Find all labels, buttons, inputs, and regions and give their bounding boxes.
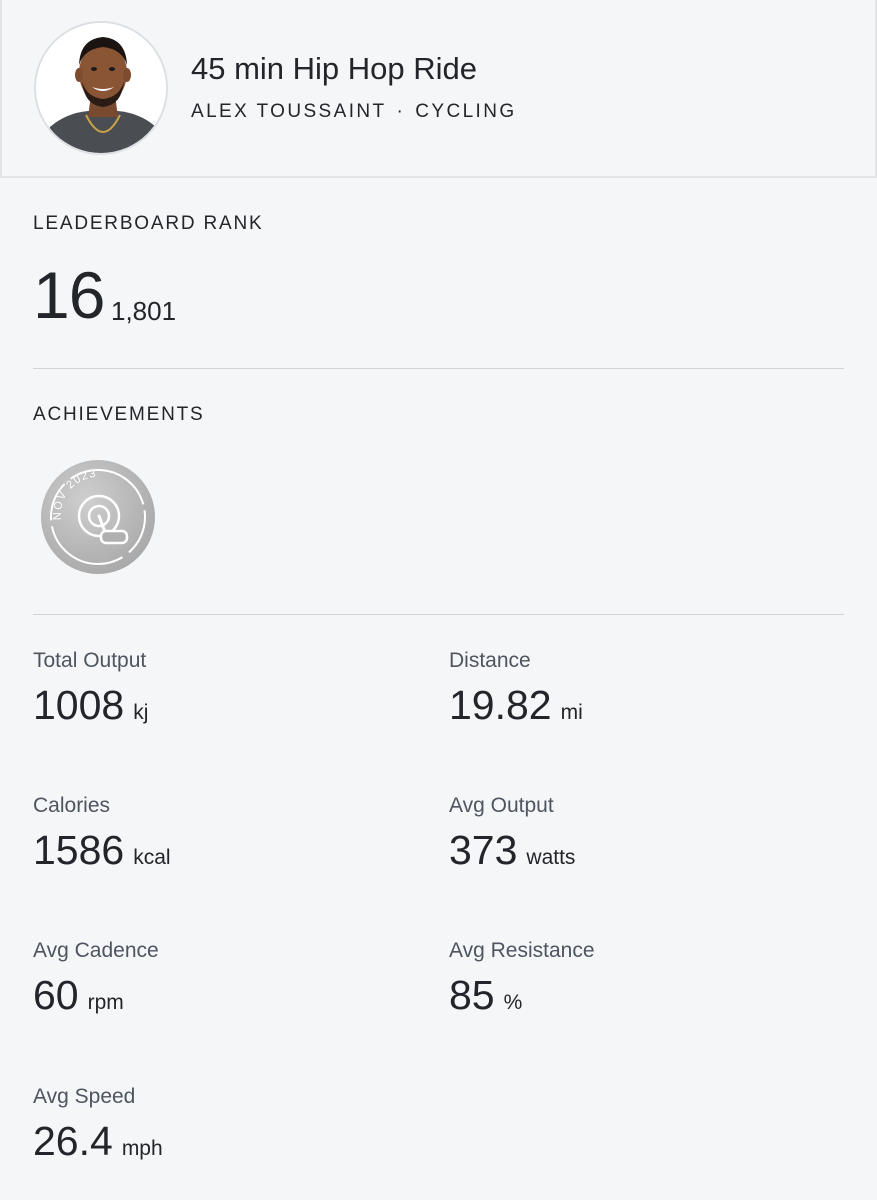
- metric-label-avg-resistance: Avg Resistance: [449, 939, 595, 962]
- section-divider: [33, 614, 844, 615]
- metric-unit: kj: [133, 701, 149, 724]
- metric-avg-cadence: 60 rpm: [33, 972, 124, 1019]
- metric-value: 60: [33, 972, 79, 1018]
- achievement-badge[interactable]: NOV 2023: [39, 458, 157, 576]
- metric-unit: watts: [526, 846, 576, 869]
- class-meta: ALEX TOUSSAINT · CYCLING: [191, 101, 517, 123]
- metric-label-avg-output: Avg Output: [449, 794, 554, 817]
- discipline-label: CYCLING: [415, 101, 517, 122]
- instructor-avatar[interactable]: [34, 21, 168, 155]
- metric-value: 26.4: [33, 1118, 113, 1164]
- metric-avg-resistance: 85%: [449, 972, 522, 1019]
- leaderboard-rank-label: LEADERBOARD RANK: [33, 213, 264, 234]
- meta-separator: ·: [396, 101, 406, 122]
- metric-label-calories: Calories: [33, 794, 111, 817]
- metric-avg-speed: 26.4 mph: [33, 1118, 163, 1165]
- instructor-name[interactable]: ALEX TOUSSAINT: [191, 101, 387, 122]
- metric-unit: %: [503, 991, 523, 1014]
- metric-label-distance: Distance: [449, 649, 531, 672]
- leaderboard-rank-value: 16: [33, 258, 105, 332]
- metric-value: 1008: [33, 682, 125, 728]
- metric-distance: 19.82 mi: [449, 682, 583, 729]
- metric-value: 373: [449, 827, 518, 873]
- section-divider: [33, 368, 844, 369]
- metric-avg-output: 373 watts: [449, 827, 575, 874]
- cycling-challenge-badge-icon: NOV 2023: [41, 460, 155, 574]
- instructor-photo-icon: [36, 23, 166, 153]
- metric-value: 1586: [33, 827, 125, 873]
- metric-calories: 1586 kcal: [33, 827, 171, 874]
- metric-value: 19.82: [449, 682, 552, 728]
- metric-label-avg-cadence: Avg Cadence: [33, 939, 159, 962]
- class-header: 45 min Hip Hop Ride ALEX TOUSSAINT · CYCLI…: [0, 0, 877, 178]
- metric-unit: mph: [121, 1137, 163, 1160]
- class-title: 45 min Hip Hop Ride: [191, 51, 478, 86]
- leaderboard-total-riders: 1,801: [111, 296, 177, 326]
- metric-value: 85: [449, 972, 495, 1018]
- metric-unit: kcal: [133, 846, 171, 869]
- metric-total-output: 1008 kj: [33, 682, 148, 729]
- metric-unit: mi: [560, 701, 583, 724]
- metric-unit: rpm: [87, 991, 124, 1014]
- metric-label-avg-speed: Avg Speed: [33, 1085, 136, 1108]
- achievements-label: ACHIEVEMENTS: [33, 404, 205, 425]
- metric-label-total-output: Total Output: [33, 649, 147, 672]
